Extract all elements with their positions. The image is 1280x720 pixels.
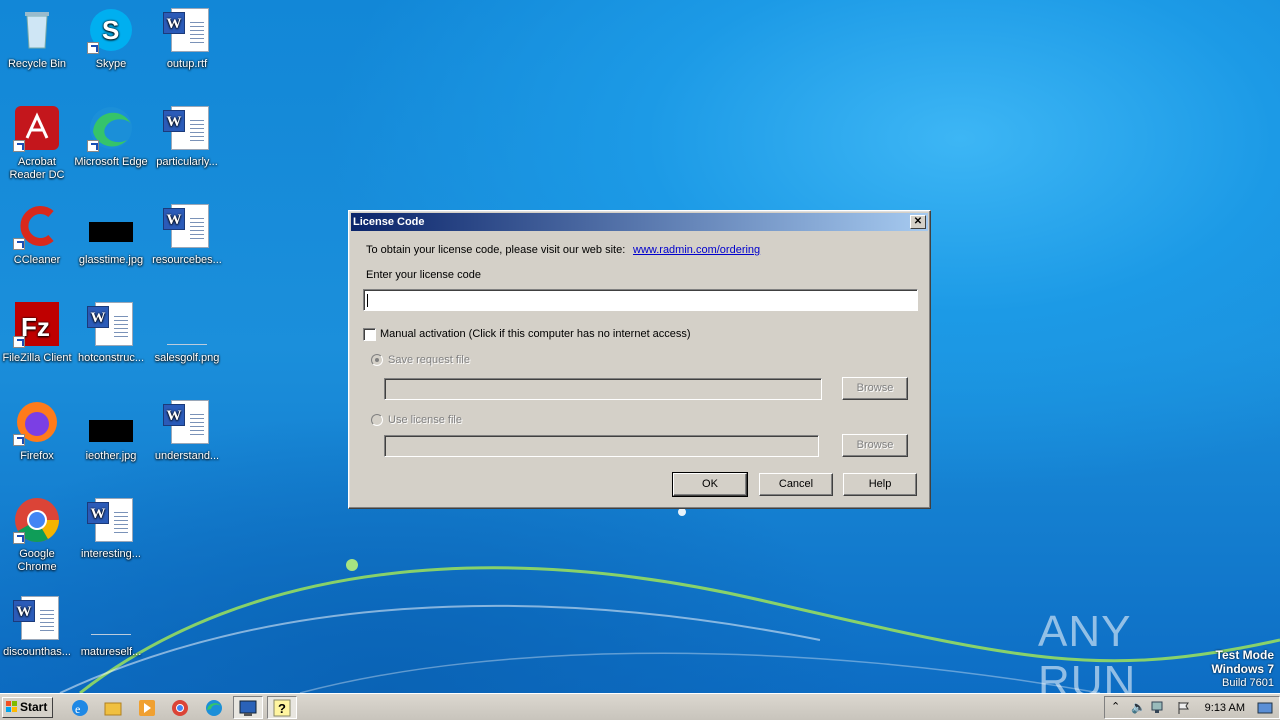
text-caret [367, 294, 368, 307]
license-code-input[interactable] [363, 289, 918, 311]
taskbar-app-help-dialog[interactable]: ? [267, 696, 297, 719]
radmin-icon [239, 700, 257, 716]
desktop-icon-filezilla[interactable]: Fz FileZilla Client [0, 300, 74, 365]
info-text: To obtain your license code, please visi… [366, 244, 626, 256]
desktop-icon-interesting[interactable]: W interesting... [74, 496, 148, 561]
license-code-dialog: License Code ✕ To obtain your license co… [348, 210, 931, 509]
word-document-icon: W [163, 6, 211, 54]
taskbar: Start e ? ⌃ 🔈 9:13 AM [0, 693, 1280, 720]
action-center-flag-icon[interactable] [1177, 701, 1191, 715]
desktop-icon-salesgolf[interactable]: salesgolf.png [150, 300, 224, 365]
tray-expand-icon[interactable]: ⌃ [1111, 700, 1120, 713]
recycle-bin-icon [13, 6, 61, 54]
firefox-icon [13, 398, 61, 446]
use-license-radio[interactable] [371, 414, 383, 426]
shortcut-arrow-icon [13, 532, 25, 544]
image-thumbnail-icon [87, 594, 135, 642]
svg-text:?: ? [278, 701, 286, 716]
save-request-path-input[interactable] [384, 378, 822, 400]
ccleaner-icon [13, 202, 61, 250]
shortcut-arrow-icon [13, 140, 25, 152]
use-license-path-input[interactable] [384, 435, 819, 457]
desktop-icon-understand[interactable]: W understand... [150, 398, 224, 463]
close-icon: ✕ [913, 216, 923, 227]
test-mode-notice: Test Mode Windows 7 Build 7601 [1211, 648, 1274, 689]
show-desktop-icon[interactable] [1257, 701, 1273, 715]
filezilla-icon: Fz [13, 300, 61, 348]
acrobat-icon [13, 104, 61, 152]
browse-license-button[interactable]: Browse [842, 434, 908, 457]
save-request-label: Save request file [388, 354, 470, 366]
taskbar-app-radmin[interactable] [233, 696, 263, 719]
desktop-icon-skype[interactable]: S Skype [74, 6, 148, 71]
desktop-icon-discounthas[interactable]: W discounthas... [0, 594, 74, 659]
image-thumbnail-icon [87, 202, 135, 250]
edge-taskbar-icon[interactable] [204, 698, 224, 718]
manual-activation-checkbox[interactable] [363, 328, 376, 341]
anyrun-watermark: ANY RUN [1038, 607, 1137, 693]
dialog-titlebar[interactable]: License Code ✕ [351, 213, 928, 231]
ordering-link[interactable]: www.radmin.com/ordering [633, 244, 760, 256]
start-button[interactable]: Start [2, 697, 53, 718]
browse-save-button[interactable]: Browse [842, 377, 908, 400]
image-thumbnail-icon [87, 398, 135, 446]
shortcut-arrow-icon [13, 336, 25, 348]
shortcut-arrow-icon [87, 140, 99, 152]
internet-explorer-icon[interactable]: e [70, 698, 90, 718]
shortcut-arrow-icon [13, 434, 25, 446]
save-request-radio[interactable] [371, 354, 383, 366]
windows-flag-icon [6, 701, 17, 712]
image-thumbnail-icon [163, 300, 211, 348]
clock[interactable]: 9:13 AM [1205, 702, 1245, 714]
desktop-icon-particularly[interactable]: W particularly... [150, 104, 224, 169]
word-document-icon: W [87, 496, 135, 544]
edge-icon [87, 104, 135, 152]
help-question-icon: ? [273, 699, 291, 717]
chrome-taskbar-icon[interactable] [170, 698, 190, 718]
desktop-icon-edge[interactable]: Microsoft Edge [74, 104, 148, 169]
desktop-icon-hotconstruc[interactable]: W hotconstruc... [74, 300, 148, 365]
close-button[interactable]: ✕ [910, 215, 926, 229]
ok-button[interactable]: OK [672, 472, 748, 497]
explorer-folder-icon[interactable] [103, 698, 123, 718]
svg-text:e: e [75, 702, 80, 716]
desktop-icon-glasstime[interactable]: glasstime.jpg [74, 202, 148, 267]
dialog-title: License Code [353, 216, 425, 228]
desktop-icon-recycle-bin[interactable]: Recycle Bin [0, 6, 74, 71]
shortcut-arrow-icon [87, 42, 99, 54]
desktop-icon-ccleaner[interactable]: CCleaner [0, 202, 74, 267]
svg-text:S: S [102, 15, 119, 45]
word-document-icon: W [13, 594, 61, 642]
cancel-button[interactable]: Cancel [759, 473, 833, 496]
system-tray: ⌃ 🔈 9:13 AM [1104, 696, 1280, 719]
desktop-icon-ieother[interactable]: ieother.jpg [74, 398, 148, 463]
skype-icon: S [87, 6, 135, 54]
media-player-icon[interactable] [137, 698, 157, 718]
desktop-icon-chrome[interactable]: Google Chrome [0, 496, 74, 574]
enter-license-label: Enter your license code [366, 269, 481, 281]
manual-activation-label[interactable]: Manual activation (Click if this compute… [380, 328, 691, 340]
desktop-icon-outup[interactable]: W outup.rtf [150, 6, 224, 71]
desktop-icon-matureself[interactable]: matureself... [74, 594, 148, 659]
desktop-icon-firefox[interactable]: Firefox [0, 398, 74, 463]
volume-icon[interactable]: 🔈 [1131, 700, 1146, 714]
word-document-icon: W [163, 104, 211, 152]
desktop-icon-resourcebes[interactable]: W resourcebes... [150, 202, 224, 267]
shortcut-arrow-icon [13, 238, 25, 250]
desktop-icon-acrobat[interactable]: Acrobat Reader DC [0, 104, 74, 182]
chrome-icon [13, 496, 61, 544]
word-document-icon: W [163, 202, 211, 250]
network-icon[interactable] [1151, 701, 1167, 715]
word-document-icon: W [87, 300, 135, 348]
svg-text:Fz: Fz [21, 312, 50, 342]
use-license-label: Use license file [388, 414, 462, 426]
word-document-icon: W [163, 398, 211, 446]
help-button[interactable]: Help [843, 473, 917, 496]
